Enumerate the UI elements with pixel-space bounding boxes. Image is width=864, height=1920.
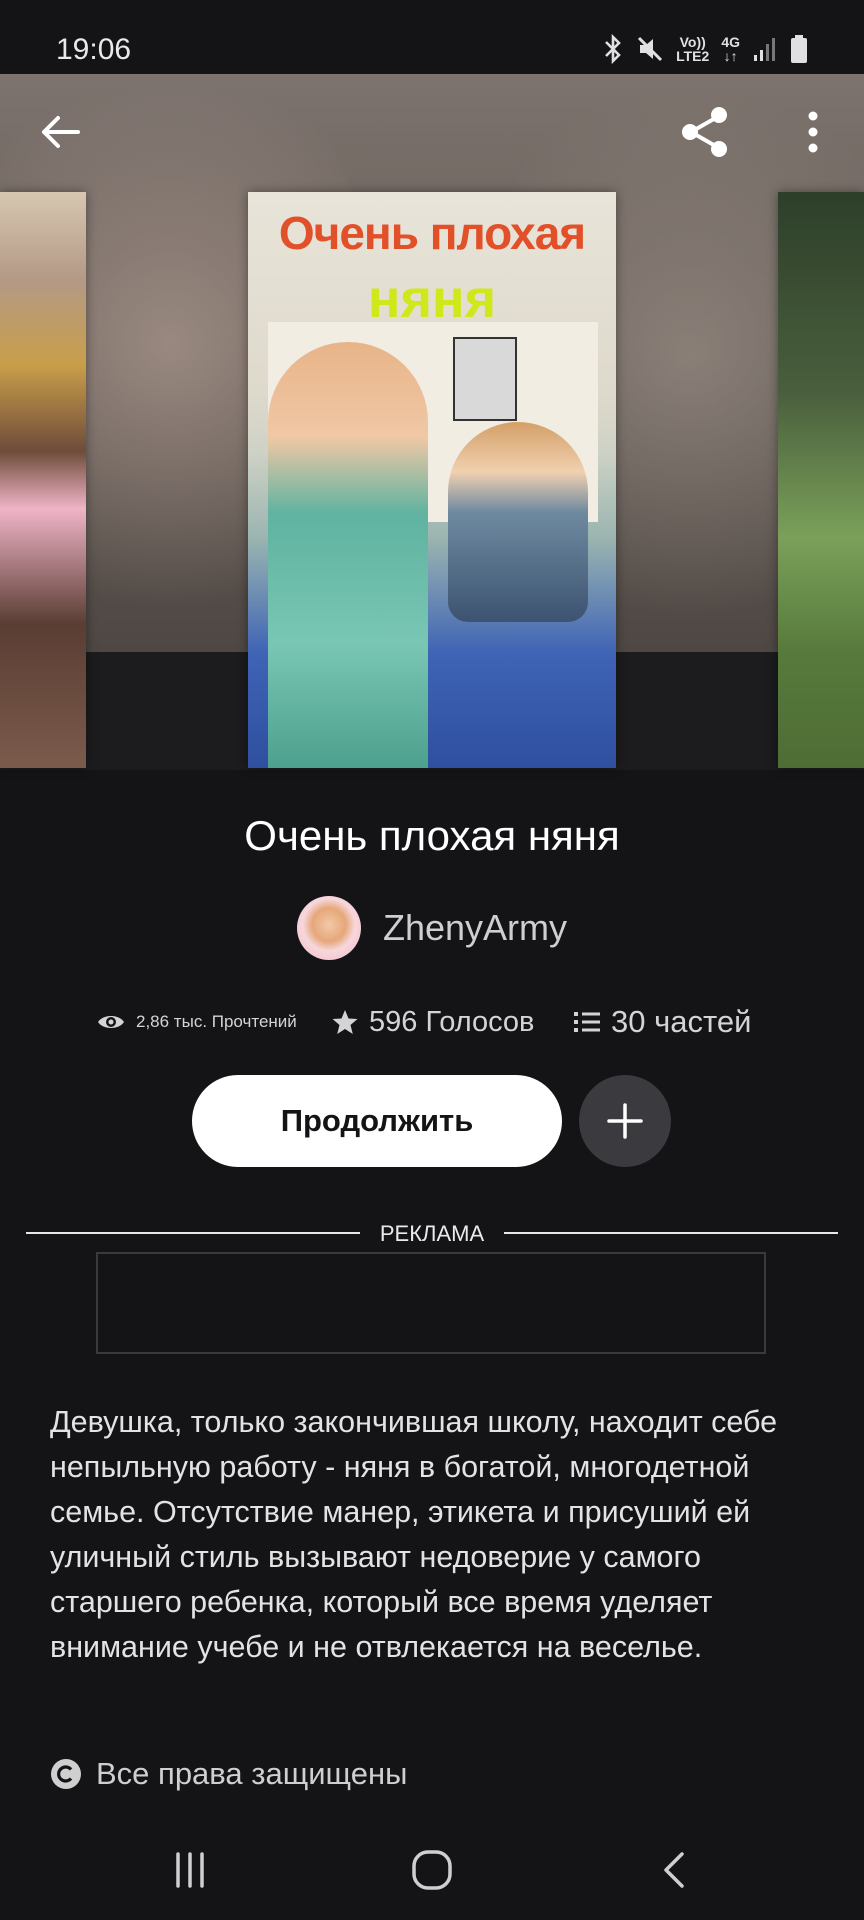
copyright-row: Все права защищены — [50, 1756, 407, 1792]
back-arrow-icon[interactable] — [38, 110, 82, 154]
stat-votes: 596 Голосов — [331, 1006, 573, 1039]
cover-current[interactable]: Очень плохая няня — [248, 192, 616, 768]
copyright-icon — [51, 1759, 81, 1789]
cover-title-line2: няня — [367, 269, 497, 329]
votes-count: 596 Голосов — [369, 1005, 535, 1038]
book-title: Очень плохая няня — [244, 812, 620, 859]
ad-label: РЕКЛАМА — [379, 1221, 485, 1246]
cover-art-figure-boy — [448, 422, 588, 622]
more-vertical-icon[interactable] — [800, 108, 826, 156]
continue-reading-button[interactable]: Продолжить — [192, 1075, 562, 1167]
author-row[interactable]: ZhenyArmy — [0, 896, 864, 960]
stats-row: 2,86 тыс. Прочтений 596 Голосов 30 часте… — [96, 1000, 796, 1044]
star-icon — [332, 1010, 358, 1034]
cover-art-poster — [453, 337, 517, 421]
author-avatar[interactable] — [296, 896, 361, 960]
ad-divider-right — [504, 1232, 838, 1234]
volte-indicator: Vo)) LTE2 — [676, 34, 710, 64]
bluetooth-icon — [605, 34, 621, 64]
signal-icon — [754, 38, 775, 61]
list-icon — [574, 1012, 600, 1032]
share-icon[interactable] — [677, 104, 733, 160]
ad-divider-left — [26, 1232, 360, 1234]
cover-previous[interactable] — [0, 192, 86, 768]
system-navigation-bar — [0, 1820, 864, 1920]
reads-count: 2,86 тыс. Прочтений — [136, 1012, 297, 1031]
stat-parts: 30 частей — [573, 1004, 751, 1040]
book-description: Девушка, только закончившая школу, наход… — [50, 1405, 778, 1664]
author-name[interactable]: ZhenyArmy — [383, 907, 567, 949]
cover-title-line1: Очень плохая — [278, 207, 586, 259]
parts-count: 30 частей — [611, 1004, 752, 1039]
status-time: 19:06 — [56, 33, 132, 66]
copyright-text: Все права защищены — [96, 1756, 408, 1791]
add-to-library-button[interactable] — [579, 1075, 671, 1167]
recent-apps-icon[interactable] — [170, 1850, 210, 1890]
network-indicator: 4G ↓↑ — [721, 34, 740, 64]
battery-icon — [791, 35, 807, 63]
cover-next[interactable] — [778, 192, 864, 768]
ad-container[interactable] — [96, 1252, 766, 1354]
status-icons: Vo)) LTE2 4G ↓↑ — [602, 34, 808, 64]
back-icon[interactable] — [660, 1850, 688, 1890]
home-icon[interactable] — [410, 1848, 454, 1892]
cover-art-figure-girl — [268, 342, 428, 768]
stat-reads: 2,86 тыс. Прочтений — [96, 1011, 331, 1033]
eye-icon — [98, 1016, 124, 1028]
mute-icon — [638, 36, 663, 62]
plus-icon — [607, 1103, 643, 1139]
